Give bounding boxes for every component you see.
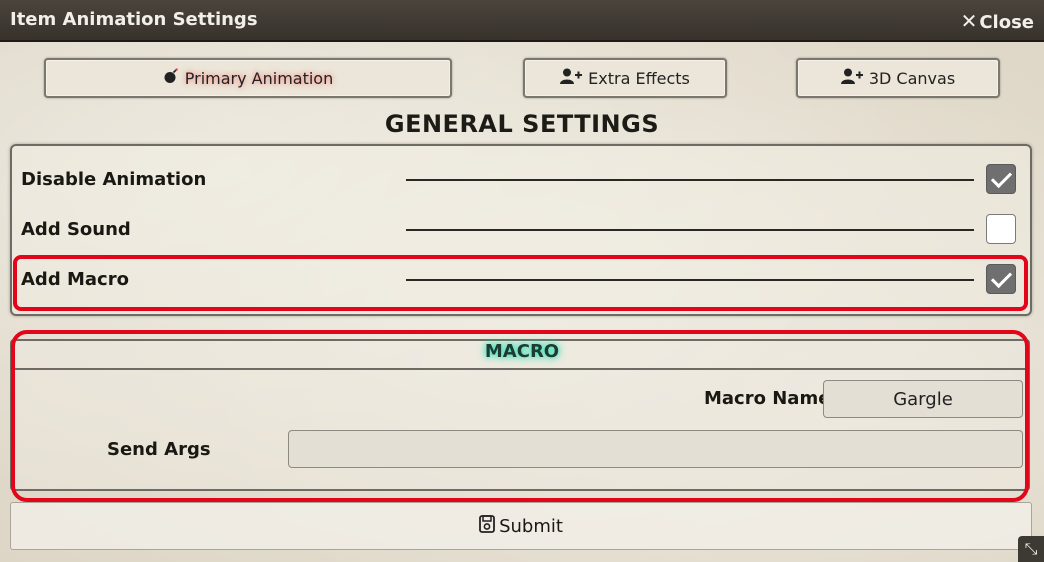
tab-label: Extra Effects: [588, 68, 690, 88]
resize-handle[interactable]: ⤡: [1018, 536, 1044, 562]
setting-row-disable-animation: Disable Animation: [12, 160, 1030, 200]
general-settings-title: GENERAL SETTINGS: [384, 110, 660, 138]
close-icon: ✕: [960, 9, 978, 33]
tab-extra-effects[interactable]: Extra Effects: [523, 58, 727, 98]
setting-label: Add Sound: [21, 219, 131, 240]
tab-label: 3D Canvas: [868, 68, 956, 88]
resize-icon: ⤡: [1024, 539, 1038, 558]
window-titlebar: Item Animation Settings ✕ Close: [0, 0, 1044, 42]
close-label: Close: [979, 12, 1034, 33]
tab-3d-canvas[interactable]: 3D Canvas: [796, 58, 1000, 98]
setting-label: Disable Animation: [21, 169, 207, 190]
bomb-icon: [163, 68, 179, 88]
highlight-macro-section: [11, 330, 1029, 502]
tab-label: Primary Animation: [184, 68, 334, 88]
divider-line: [406, 179, 974, 181]
submit-label: Submit: [499, 515, 563, 537]
save-icon: [479, 514, 495, 538]
window-title: Item Animation Settings: [10, 9, 258, 30]
setting-row-add-sound: Add Sound: [12, 210, 1030, 250]
submit-button[interactable]: Submit: [10, 502, 1032, 550]
disable-animation-checkbox[interactable]: [986, 164, 1016, 194]
close-button[interactable]: ✕ Close: [961, 9, 1034, 33]
user-plus-icon: [560, 68, 583, 88]
divider-line: [406, 229, 974, 231]
user-plus-icon: [840, 68, 863, 88]
tab-primary-animation[interactable]: Primary Animation: [44, 58, 452, 98]
highlight-add-macro: [13, 255, 1028, 311]
add-sound-checkbox[interactable]: [986, 214, 1016, 244]
